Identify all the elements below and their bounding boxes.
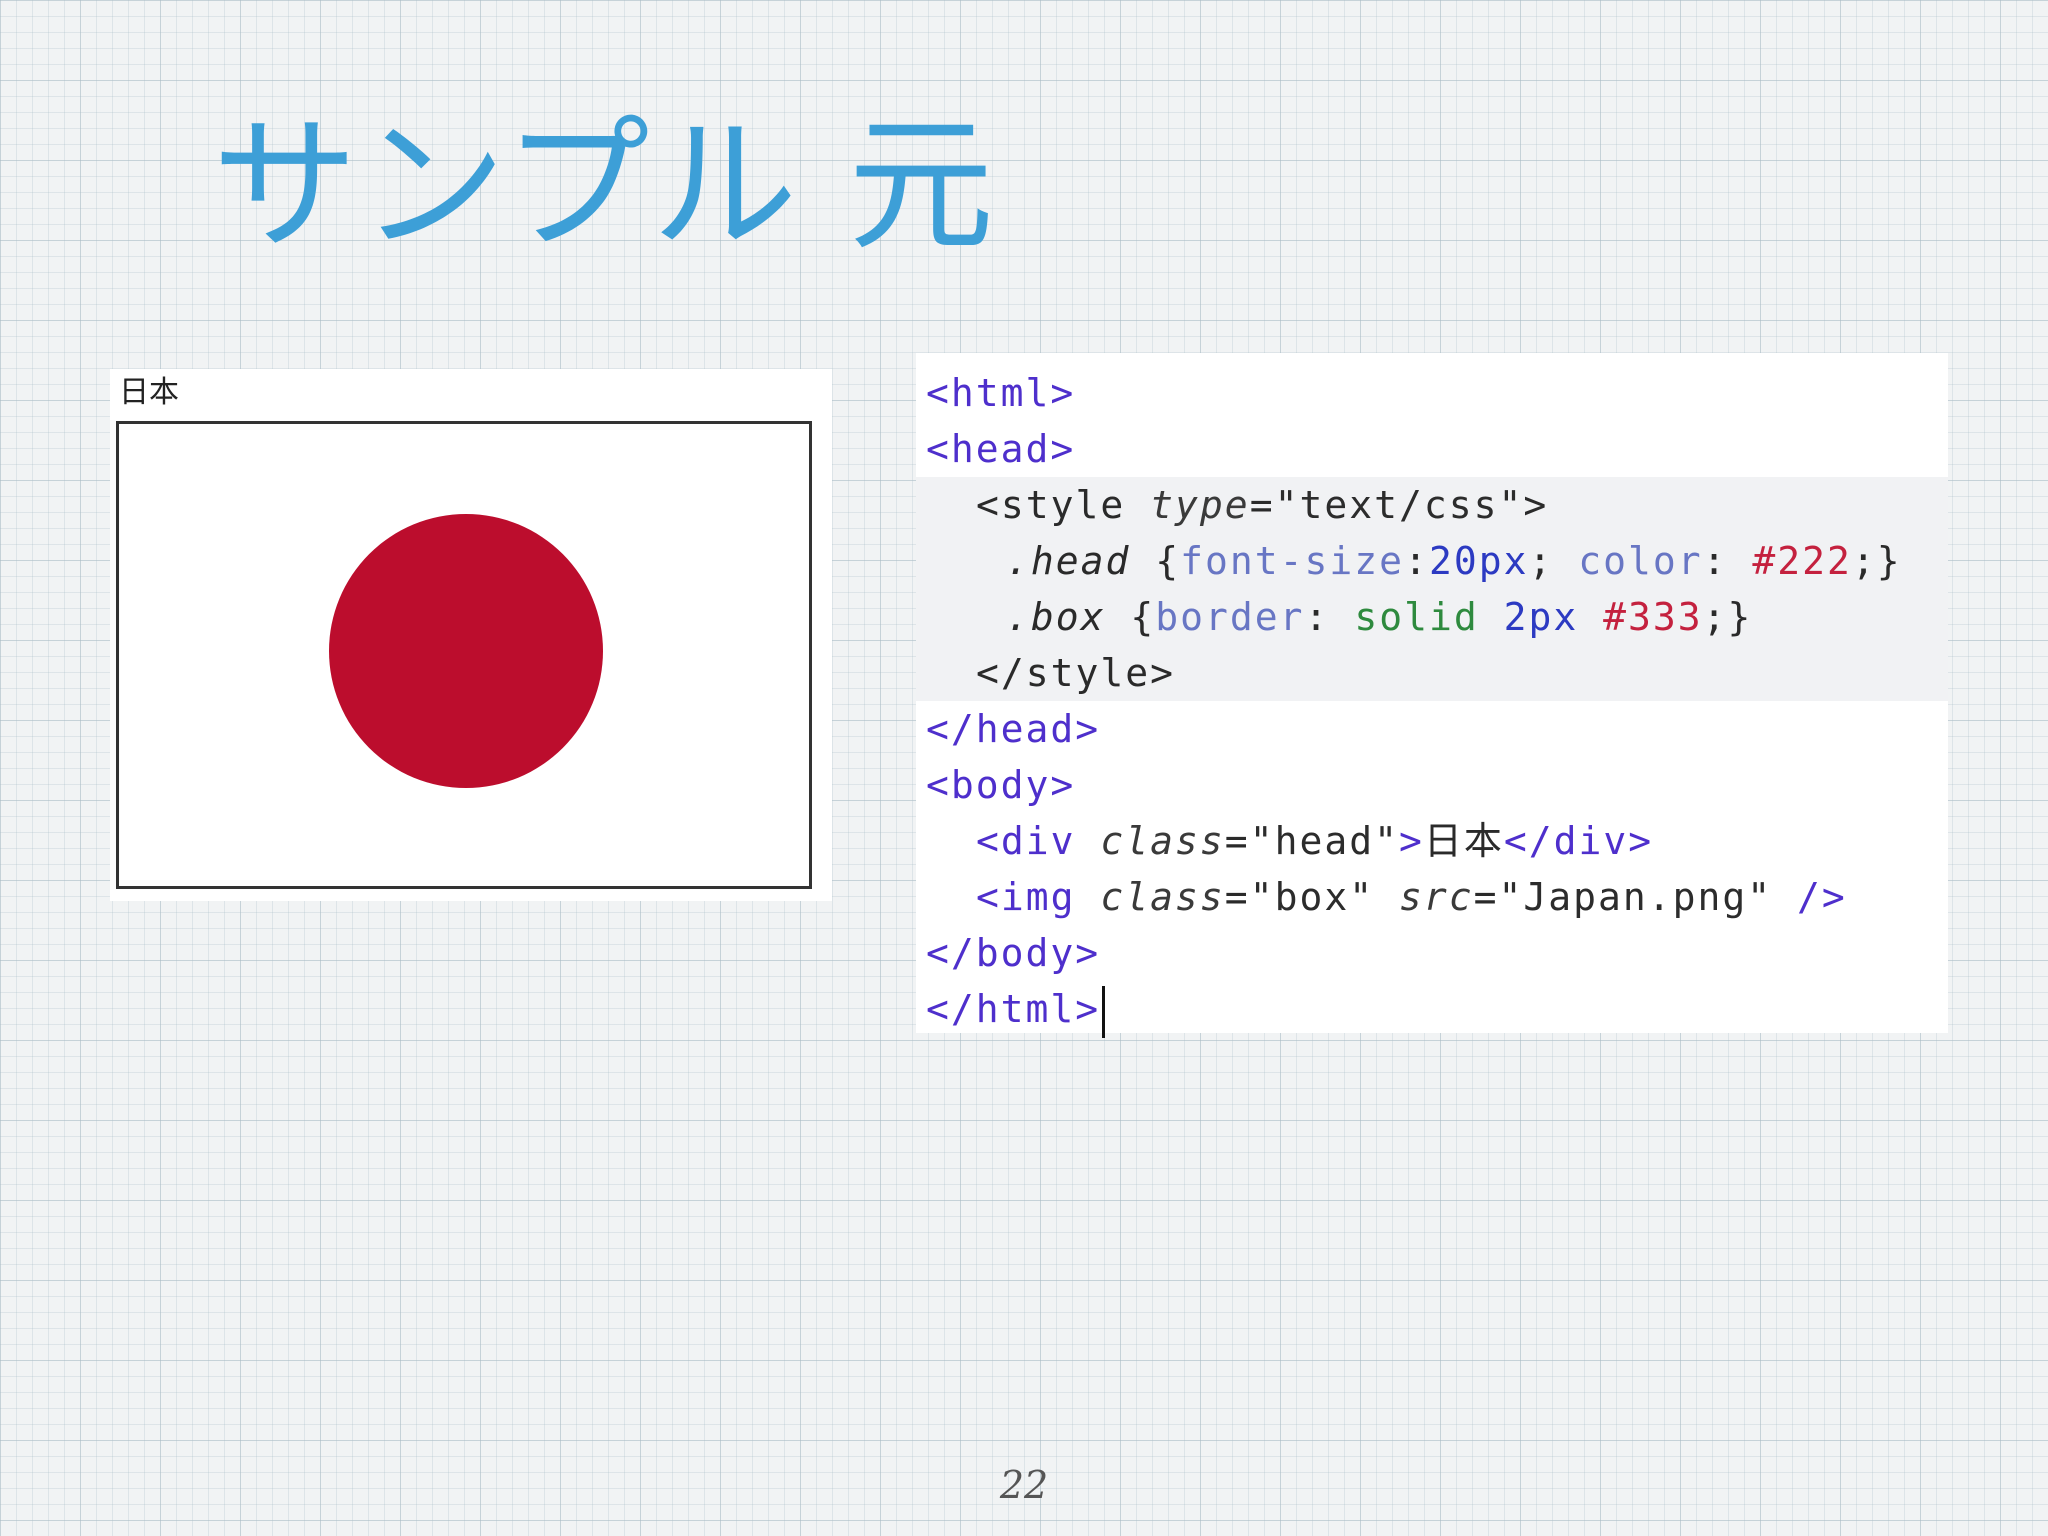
code-token: #222 bbox=[1752, 539, 1852, 583]
code-line-9: <div class="head">日本</div> bbox=[916, 813, 1948, 869]
code-token: > bbox=[1523, 483, 1549, 527]
code-token: ;} bbox=[1702, 595, 1753, 639]
code-line-6: </style> bbox=[916, 645, 1948, 701]
code-token: > bbox=[1398, 819, 1424, 863]
code-token: </body> bbox=[926, 931, 1101, 975]
code-token: ; bbox=[1528, 539, 1579, 583]
code-token: color bbox=[1578, 539, 1703, 583]
code-token: "box" bbox=[1249, 875, 1375, 919]
code-token: <img bbox=[976, 875, 1076, 919]
code-token: ;} bbox=[1851, 539, 1902, 583]
code-token: = bbox=[1249, 483, 1275, 527]
code-token: : bbox=[1304, 595, 1355, 639]
code-token: { bbox=[1105, 595, 1156, 639]
code-line-5: .box {border: solid 2px #333;} bbox=[916, 589, 1948, 645]
preview-heading: 日本 bbox=[119, 375, 179, 410]
code-token: </html> bbox=[926, 987, 1101, 1031]
code-token: : bbox=[1702, 539, 1753, 583]
code-token: .head bbox=[1006, 539, 1131, 583]
code-token: class bbox=[1100, 875, 1225, 919]
code-line-11: </body> bbox=[916, 925, 1948, 981]
code-token: "Japan.png" bbox=[1498, 875, 1773, 919]
code-token: </style> bbox=[976, 651, 1176, 695]
japan-flag-image bbox=[116, 421, 812, 889]
code-token: src bbox=[1398, 875, 1474, 919]
code-line-12: </html> bbox=[916, 981, 1948, 1038]
flag-red-disc bbox=[329, 514, 603, 788]
code-token: </div> bbox=[1503, 819, 1654, 863]
code-editor[interactable]: <html> <head> <style type="text/css"> .h… bbox=[916, 353, 1948, 1038]
code-token: /> bbox=[1772, 875, 1847, 919]
code-line-7: </head> bbox=[916, 701, 1948, 757]
code-line-1: <html> bbox=[916, 365, 1948, 421]
code-token: font-size bbox=[1180, 539, 1405, 583]
code-token: #333 bbox=[1603, 595, 1703, 639]
code-line-2: <head> bbox=[916, 421, 1948, 477]
code-token: class bbox=[1100, 819, 1225, 863]
code-token: = bbox=[1224, 875, 1250, 919]
code-token: : bbox=[1404, 539, 1429, 583]
code-token: 日本 bbox=[1423, 819, 1504, 863]
code-block: <html> <head> <style type="text/css"> .h… bbox=[916, 365, 1948, 1038]
code-token: border bbox=[1155, 595, 1305, 639]
code-token: type bbox=[1150, 483, 1250, 527]
code-token: "text/css" bbox=[1274, 483, 1524, 527]
code-token: <style bbox=[976, 483, 1126, 527]
code-line-3: <style type="text/css"> bbox=[916, 477, 1948, 533]
code-line-10: <img class="box" src="Japan.png" /> bbox=[916, 869, 1948, 925]
text-cursor bbox=[1102, 985, 1106, 1038]
code-line-4: .head {font-size:20px; color: #222;} bbox=[916, 533, 1948, 589]
code-token: "head" bbox=[1249, 819, 1399, 863]
code-token: = bbox=[1224, 819, 1250, 863]
page-number: 22 bbox=[999, 1463, 1049, 1507]
code-token: = bbox=[1473, 875, 1499, 919]
rendered-preview: 日本 bbox=[110, 369, 832, 901]
slide-title: サンプル 元 bbox=[212, 101, 997, 271]
code-token: <head> bbox=[926, 427, 1076, 471]
code-token: 20px bbox=[1428, 539, 1529, 583]
code-line-8: <body> bbox=[916, 757, 1948, 813]
code-token: <div bbox=[976, 819, 1076, 863]
code-token: 2px bbox=[1503, 595, 1579, 639]
code-token: <html> bbox=[926, 371, 1076, 415]
code-token: <body> bbox=[926, 763, 1076, 807]
code-token: solid bbox=[1354, 595, 1479, 639]
code-token: { bbox=[1130, 539, 1181, 583]
code-token: .box bbox=[1006, 595, 1106, 639]
code-token: </head> bbox=[926, 707, 1101, 751]
